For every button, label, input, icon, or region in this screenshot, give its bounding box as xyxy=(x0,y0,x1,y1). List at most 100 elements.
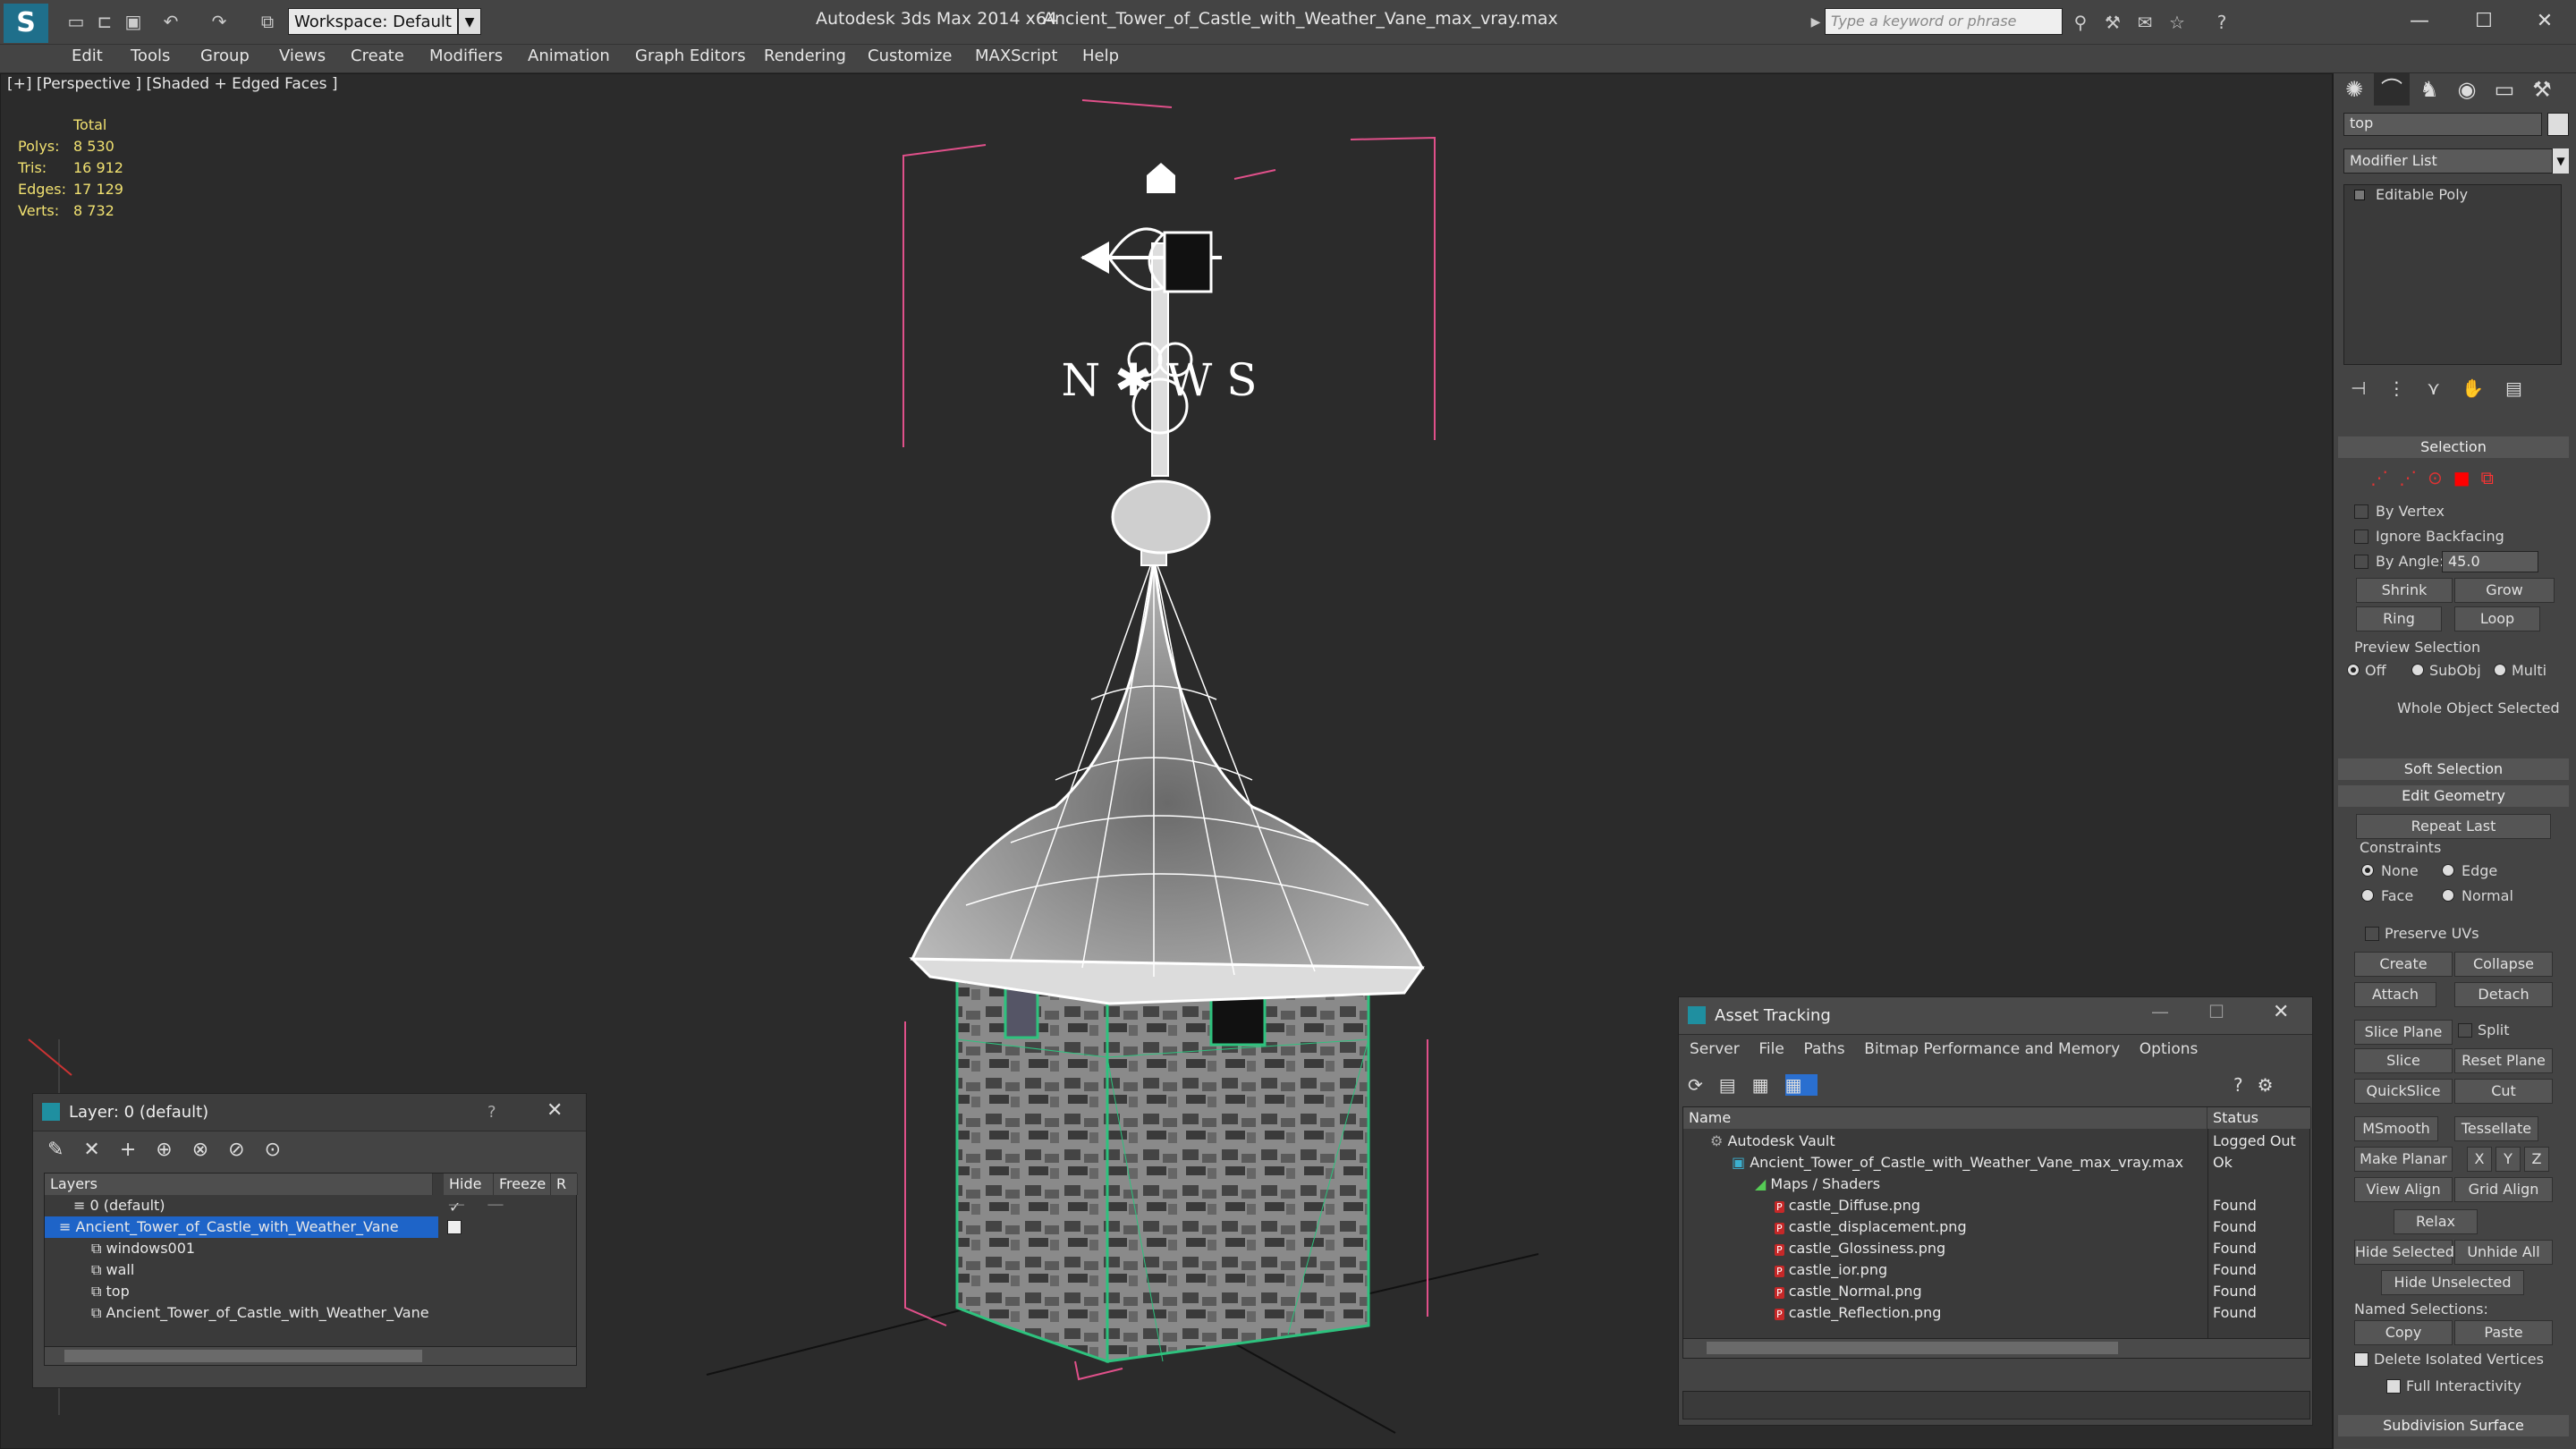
quickslice-button[interactable]: QuickSlice xyxy=(2354,1079,2453,1104)
maximize-icon[interactable]: ☐ xyxy=(2453,4,2515,39)
menu-edit[interactable]: Edit xyxy=(72,47,103,65)
layer-row[interactable]: ⧉ Ancient_Tower_of_Castle_with_Weather_V… xyxy=(91,1302,431,1324)
undo-icon[interactable]: ↶ xyxy=(159,10,182,33)
menu-customize[interactable]: Customize xyxy=(868,47,952,65)
rollout-selection[interactable]: Selection xyxy=(2338,436,2569,458)
slice-button[interactable]: Slice xyxy=(2354,1048,2453,1073)
minimize-icon[interactable]: — xyxy=(2388,4,2451,39)
layer-horizontal-scrollbar[interactable] xyxy=(44,1346,577,1366)
attach-button[interactable]: Attach xyxy=(2354,982,2436,1007)
msmooth-button[interactable]: MSmooth xyxy=(2354,1116,2438,1141)
app-menu-icon[interactable]: S xyxy=(4,4,48,43)
help-icon[interactable]: ? xyxy=(2209,10,2234,35)
asset-row[interactable]: P castle_Reflection.png xyxy=(1775,1302,1941,1324)
detach-button[interactable]: Detach xyxy=(2454,982,2553,1007)
slice-plane-button[interactable]: Slice Plane xyxy=(2354,1020,2453,1045)
current-layer-checkbox[interactable] xyxy=(447,1220,462,1234)
stack-item-editable-poly[interactable]: Editable Poly xyxy=(2376,186,2468,203)
object-name-input[interactable]: top xyxy=(2343,113,2542,136)
col-hide[interactable]: Hide xyxy=(444,1174,494,1195)
favorites-star-icon[interactable]: ☆ xyxy=(2165,10,2190,35)
menu-tools[interactable]: Tools xyxy=(131,47,170,65)
asset-row[interactable]: P castle_Normal.png xyxy=(1775,1281,1922,1302)
redo-icon[interactable]: ↷ xyxy=(208,10,231,33)
hierarchy-tab-icon[interactable]: ♞ xyxy=(2411,73,2447,106)
layer-row[interactable]: ≡ 0 (default) xyxy=(73,1195,431,1216)
constraint-face-radio[interactable] xyxy=(2361,889,2374,902)
open-file-icon[interactable]: ⊏ xyxy=(93,10,116,33)
copy-button[interactable]: Copy xyxy=(2354,1320,2453,1345)
constraint-edge-radio[interactable] xyxy=(2442,864,2454,877)
full-interactivity-checkbox[interactable] xyxy=(2386,1379,2401,1394)
layer-toolbar[interactable]: ✎✕+⊕⊗⊘⊙ xyxy=(47,1139,369,1165)
unhide-all-button[interactable]: Unhide All xyxy=(2454,1240,2553,1265)
layer-row[interactable]: ⧉ wall xyxy=(91,1259,431,1281)
display-tab-icon[interactable]: ▭ xyxy=(2487,73,2522,106)
close-icon[interactable]: ✕ xyxy=(2513,4,2576,39)
subobject-level-icons[interactable]: ⋰⋰⊙■⧉ xyxy=(2370,467,2567,490)
menu-animation[interactable]: Animation xyxy=(528,47,610,65)
binoculars-icon[interactable]: ⚲ xyxy=(2068,10,2093,35)
menu-help[interactable]: Help xyxy=(1082,47,1119,65)
asset-row[interactable]: P castle_displacement.png xyxy=(1775,1216,1967,1238)
asset-row[interactable]: ▣ Ancient_Tower_of_Castle_with_Weather_V… xyxy=(1732,1152,2183,1174)
communication-icon[interactable]: ✉ xyxy=(2132,10,2157,35)
angle-spinner[interactable]: 45.0 xyxy=(2442,551,2538,572)
menu-create[interactable]: Create xyxy=(351,47,404,65)
preview-off-radio[interactable] xyxy=(2347,664,2360,676)
menu-group[interactable]: Group xyxy=(200,47,250,65)
project-folder-icon[interactable]: ⧉ xyxy=(256,10,279,33)
menu-maxscript[interactable]: MAXScript xyxy=(975,47,1057,65)
grid-align-button[interactable]: Grid Align xyxy=(2454,1177,2553,1202)
planar-y-button[interactable]: Y xyxy=(2496,1147,2521,1172)
tessellate-button[interactable]: Tessellate xyxy=(2454,1116,2538,1141)
col-status[interactable]: Status xyxy=(2207,1107,2311,1129)
loop-button[interactable]: Loop xyxy=(2454,606,2540,631)
new-file-icon[interactable]: ▭ xyxy=(64,10,88,33)
hide-unselected-button[interactable]: Hide Unselected xyxy=(2381,1270,2524,1295)
preview-subobj-radio[interactable] xyxy=(2411,664,2424,676)
create-tab-icon[interactable]: ✺ xyxy=(2336,73,2372,106)
close-icon[interactable]: ✕ xyxy=(547,1099,563,1122)
split-checkbox[interactable] xyxy=(2458,1023,2472,1038)
planar-z-button[interactable]: Z xyxy=(2524,1147,2549,1172)
asset-row[interactable]: P castle_Diffuse.png xyxy=(1775,1195,1920,1216)
rollout-subdivision-surface[interactable]: Subdivision Surface xyxy=(2338,1415,2569,1436)
shrink-button[interactable]: Shrink xyxy=(2356,578,2453,603)
asset-menu-bitmap[interactable]: Bitmap Performance and Memory xyxy=(1864,1040,2120,1058)
menu-graph-editors[interactable]: Graph Editors xyxy=(635,47,746,65)
delete-isolated-checkbox[interactable] xyxy=(2354,1352,2368,1367)
utilities-tab-icon[interactable]: ⚒ xyxy=(2524,73,2560,106)
layer-row[interactable]: ⧉ top xyxy=(91,1281,431,1302)
col-freeze[interactable]: Freeze xyxy=(494,1174,551,1195)
asset-row[interactable]: P castle_Glossiness.png xyxy=(1775,1238,1945,1259)
asset-help-icons[interactable]: ?⚙ xyxy=(2233,1074,2288,1096)
rollout-soft-selection[interactable]: Soft Selection xyxy=(2338,758,2569,780)
constraint-normal-radio[interactable] xyxy=(2442,889,2454,902)
repeat-last-button[interactable]: Repeat Last xyxy=(2356,814,2551,839)
asset-row[interactable]: ⚙ Autodesk Vault xyxy=(1710,1131,1835,1152)
reset-plane-button[interactable]: Reset Plane xyxy=(2454,1048,2553,1073)
col-layers[interactable]: Layers xyxy=(45,1174,433,1195)
layer-window-titlebar[interactable]: Layer: 0 (default) ? ✕ xyxy=(33,1094,586,1131)
menu-views[interactable]: Views xyxy=(279,47,326,65)
asset-row[interactable]: P castle_ior.png xyxy=(1775,1259,1887,1281)
search-input[interactable]: Type a keyword or phrase xyxy=(1825,8,2063,35)
close-icon[interactable]: ✕ xyxy=(2273,1001,2289,1023)
asset-path-field[interactable] xyxy=(1682,1391,2310,1419)
by-angle-checkbox[interactable] xyxy=(2354,555,2368,569)
relax-button[interactable]: Relax xyxy=(2394,1209,2478,1234)
asset-horizontal-scrollbar[interactable] xyxy=(1683,1338,2309,1358)
col-render[interactable]: R xyxy=(551,1174,578,1195)
asset-window-titlebar[interactable]: Asset Tracking — ☐ ✕ xyxy=(1679,997,2312,1035)
grow-button[interactable]: Grow xyxy=(2454,578,2555,603)
layer-row-selected[interactable]: ≡ Ancient_Tower_of_Castle_with_Weather_V… xyxy=(45,1216,438,1238)
rollout-edit-geometry[interactable]: Edit Geometry xyxy=(2338,785,2569,807)
cut-button[interactable]: Cut xyxy=(2454,1079,2553,1104)
by-vertex-checkbox[interactable] xyxy=(2354,504,2368,519)
asset-menu-paths[interactable]: Paths xyxy=(1803,1040,1844,1058)
workspace-dropdown[interactable]: Workspace: Default xyxy=(288,8,458,35)
save-icon[interactable]: ▣ xyxy=(122,10,145,33)
modify-tab-icon[interactable]: ⌒ xyxy=(2374,73,2410,106)
asset-menu-file[interactable]: File xyxy=(1758,1040,1784,1058)
